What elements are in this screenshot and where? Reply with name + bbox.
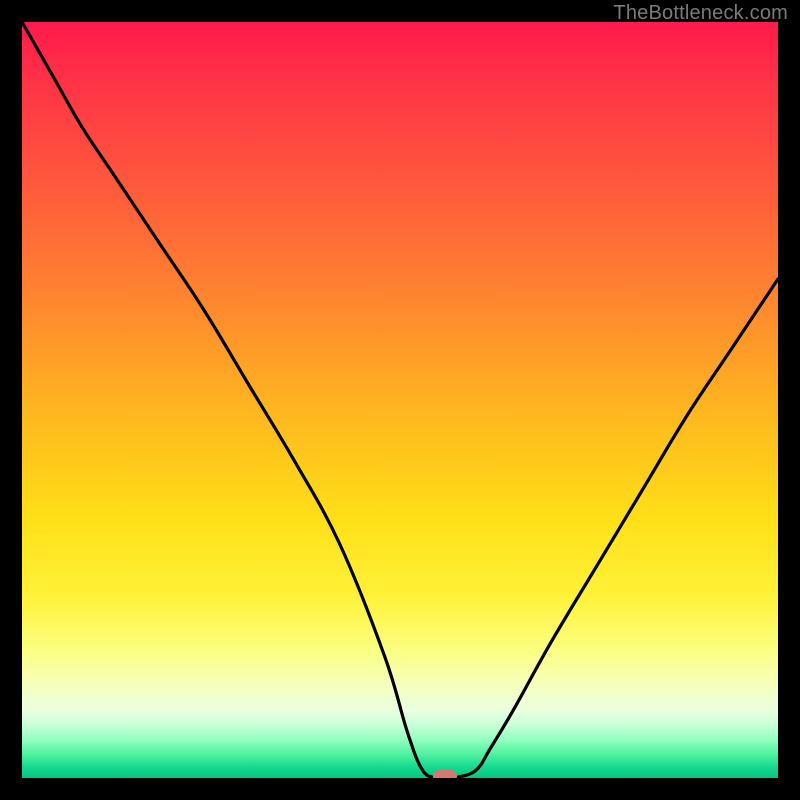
- plot-area: [22, 22, 778, 778]
- watermark-text: TheBottleneck.com: [613, 2, 788, 25]
- bottleneck-curve: [22, 22, 778, 778]
- chart-frame: TheBottleneck.com: [0, 0, 800, 800]
- optimal-marker: [433, 770, 457, 778]
